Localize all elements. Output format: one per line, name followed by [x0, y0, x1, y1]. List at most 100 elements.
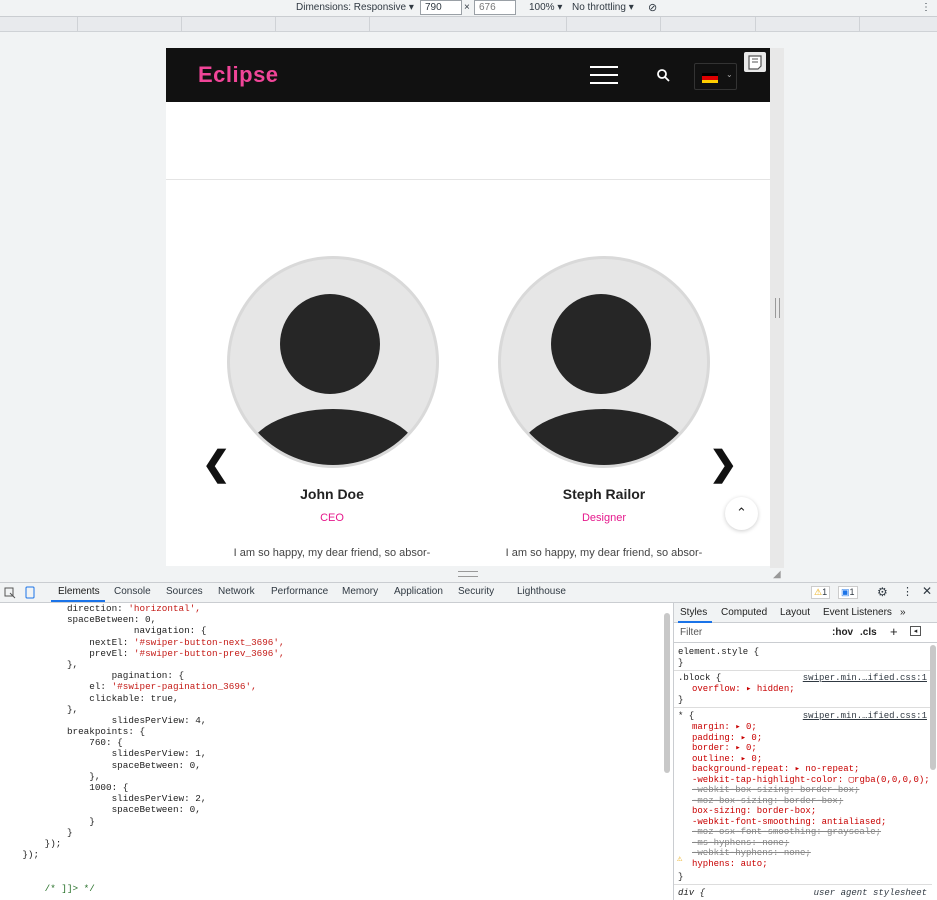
tab-sources[interactable]: Sources [166, 586, 203, 597]
tab-elements[interactable]: Elements [58, 586, 100, 597]
code-line[interactable]: }); [0, 838, 672, 849]
close-icon[interactable]: ✕ [922, 584, 932, 598]
more-options-icon[interactable]: ⋮ [902, 585, 913, 598]
tab-layout[interactable]: Layout [780, 607, 810, 618]
dimensions-dropdown[interactable]: Dimensions: Responsive ▾ [296, 2, 414, 13]
resize-handle-bottom[interactable] [458, 571, 478, 577]
devtools-panel: Elements Console Sources Network Perform… [0, 582, 937, 900]
cls-toggle[interactable]: .cls [860, 627, 877, 638]
code-line[interactable]: spaceBetween: 0, [0, 760, 672, 771]
code-line[interactable]: el: '#swiper-pagination_3696', [0, 681, 672, 692]
height-input[interactable]: 676 [474, 0, 516, 15]
css-property[interactable]: box-sizing: border-box; [692, 806, 932, 817]
resize-handle-corner[interactable]: ◢ [773, 569, 781, 580]
universal-rule-source-link[interactable]: swiper.min.…ified.css:1 [803, 711, 927, 721]
device-toggle-icon[interactable] [24, 586, 36, 599]
more-options-icon[interactable]: ⋮ [921, 2, 931, 13]
code-line[interactable]: nextEl: '#swiper-button-next_3696', [0, 637, 672, 648]
css-property[interactable]: -webkit-tap-highlight-color: ▢rgba(0,0,0… [692, 775, 932, 786]
code-line[interactable]: direction: 'horizontal', [0, 603, 672, 614]
tab-computed[interactable]: Computed [721, 607, 767, 618]
search-icon[interactable] [656, 68, 670, 82]
throttling-dropdown[interactable]: No throttling ▾ [572, 2, 634, 13]
code-line[interactable]: } [0, 827, 672, 838]
avatar-head [280, 294, 380, 394]
code-line[interactable]: spaceBetween: 0, [0, 614, 672, 625]
active-tab-indicator [51, 600, 105, 602]
code-line[interactable]: clickable: true, [0, 693, 672, 704]
code-line[interactable]: spaceBetween: 0, [0, 804, 672, 815]
width-input[interactable]: 790 [420, 0, 462, 15]
tab-styles[interactable]: Styles [680, 607, 707, 618]
scroll-to-top-button[interactable]: ⌃ [725, 497, 758, 530]
css-property[interactable]: outline: ▸ 0; [692, 754, 932, 765]
elements-source-view[interactable]: direction: 'horizontal', spaceBetween: 0… [0, 603, 672, 900]
settings-gear-icon[interactable]: ⚙ [877, 585, 888, 599]
tab-security[interactable]: Security [458, 586, 494, 597]
code-line[interactable]: breakpoints: { [0, 726, 672, 737]
messages-badge[interactable]: ▣1 [838, 586, 858, 599]
rule-close-brace: } [678, 695, 684, 705]
element-style-selector[interactable]: element.style { [678, 647, 930, 658]
tab-memory[interactable]: Memory [342, 586, 378, 597]
inspect-element-icon[interactable] [4, 587, 16, 599]
css-property[interactable]: -webkit-hyphens: none; [692, 848, 932, 859]
code-line[interactable]: }, [0, 659, 672, 670]
code-line[interactable]: slidesPerView: 1, [0, 748, 672, 759]
code-line[interactable]: }, [0, 771, 672, 782]
code-line[interactable]: } [0, 816, 672, 827]
code-line[interactable]: }, [0, 704, 672, 715]
resize-handle-right[interactable] [775, 298, 780, 318]
language-selector[interactable]: ⌄ [694, 63, 737, 90]
hamburger-menu-icon[interactable] [590, 64, 618, 86]
styles-filter-input[interactable]: Filter [680, 627, 702, 638]
code-line[interactable]: pagination: { [0, 670, 672, 681]
warning-icon: ⚠ [677, 854, 683, 864]
css-property[interactable]: border: ▸ 0; [692, 743, 932, 754]
code-line[interactable]: slidesPerView: 4, [0, 715, 672, 726]
toggle-sidebar-icon[interactable]: ◂ [910, 626, 921, 636]
code-scrollbar[interactable] [664, 613, 670, 773]
tab-application[interactable]: Application [394, 586, 443, 597]
code-line[interactable]: 760: { [0, 737, 672, 748]
code-line[interactable]: slidesPerView: 2, [0, 793, 672, 804]
hov-toggle[interactable]: :hov [832, 627, 853, 638]
code-line[interactable]: navigation: { [0, 625, 672, 636]
more-tabs-icon[interactable]: » [900, 607, 906, 618]
slider-next-arrow[interactable]: ❯ [709, 444, 738, 484]
css-property[interactable]: -webkit-font-smoothing: antialiased; [692, 817, 932, 828]
code-line[interactable]: prevEl: '#swiper-button-prev_3696', [0, 648, 672, 659]
css-property[interactable]: margin: ▸ 0; [692, 722, 932, 733]
code-line[interactable]: /* ]]> */ [0, 883, 672, 894]
contact-icon[interactable] [744, 52, 766, 72]
slider-prev-arrow[interactable]: ❮ [202, 444, 231, 484]
css-property[interactable]: -moz-box-sizing: border-box; [692, 796, 932, 807]
person-quote: I am so happy, my dear friend, so absor- [233, 547, 431, 559]
warnings-badge[interactable]: ⚠1 [811, 586, 831, 599]
rotate-icon[interactable]: ⊘ [648, 1, 657, 14]
css-property[interactable]: padding: ▸ 0; [692, 733, 932, 744]
tab-network[interactable]: Network [218, 586, 255, 597]
tab-lighthouse[interactable]: Lighthouse [517, 586, 566, 597]
styles-scrollbar[interactable] [930, 645, 936, 770]
emulated-viewport: Eclipse ⌄ John Doe CEO I am so happy, my… [166, 48, 770, 566]
site-logo[interactable]: Eclipse [198, 62, 279, 88]
media-query-bar[interactable] [0, 17, 937, 32]
new-rule-button[interactable]: + [890, 624, 898, 639]
css-property[interactable]: -webkit-box-sizing: border-box; [692, 785, 932, 796]
code-line[interactable]: 1000: { [0, 782, 672, 793]
code-line[interactable] [0, 860, 672, 871]
code-line[interactable] [0, 872, 672, 883]
zoom-dropdown[interactable]: 100% ▾ [529, 2, 562, 13]
tab-performance[interactable]: Performance [271, 586, 328, 597]
tab-console[interactable]: Console [114, 586, 151, 597]
css-property[interactable]: -moz-osx-font-smoothing: grayscale; [692, 827, 932, 838]
tab-event-listeners[interactable]: Event Listeners [823, 607, 892, 618]
css-property[interactable]: -ms-hyphens: none; [692, 838, 932, 849]
block-rule-source-link[interactable]: swiper.min.…ified.css:1 [803, 673, 927, 683]
css-property[interactable]: hyphens: auto; [692, 859, 932, 870]
code-line[interactable]: }); [0, 849, 672, 860]
block-rule-property[interactable]: overflow: ▸ hidden; [692, 684, 937, 695]
css-property[interactable]: background-repeat: ▸ no-repeat; [692, 764, 932, 775]
message-icon: ▣ [841, 587, 850, 597]
